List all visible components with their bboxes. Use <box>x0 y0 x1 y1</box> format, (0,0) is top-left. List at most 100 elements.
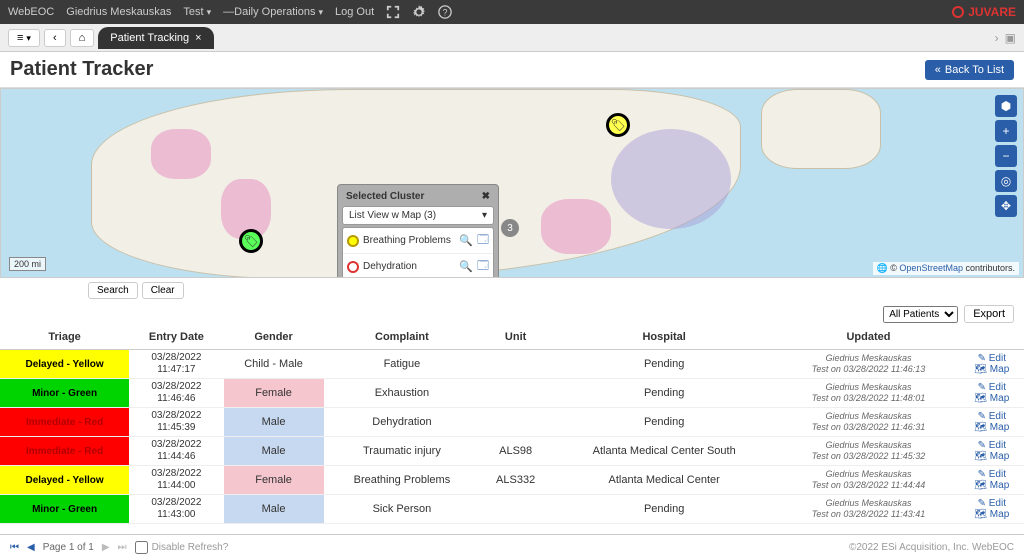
table-row: Delayed - Yellow 03/28/202211:44:00 Fema… <box>0 466 1024 495</box>
gear-icon[interactable] <box>412 5 426 19</box>
map-home-button[interactable]: ⬢ <box>995 95 1017 117</box>
brand-logo: JUVARE <box>952 5 1016 19</box>
back-arrow-icon: « <box>935 64 941 76</box>
map-link[interactable]: 🗺 Map <box>964 509 1020 520</box>
globe-icon: 🌐 <box>877 263 888 273</box>
entry-date-cell: 03/28/202211:44:46 <box>129 437 223 466</box>
user-name[interactable]: Giedrius Meskauskas <box>66 6 171 18</box>
complaint-cell: Dehydration <box>324 408 481 437</box>
export-button[interactable]: Export <box>964 305 1014 323</box>
map-controls: ⬢ + − ◎ ✥ <box>995 95 1017 217</box>
column-header[interactable]: Unit <box>480 325 551 350</box>
disable-refresh-checkbox[interactable] <box>135 541 148 554</box>
open-icon[interactable]: 🗔 <box>477 257 489 276</box>
edit-link[interactable]: ✎ Edit <box>964 498 1020 509</box>
triage-cell: Minor - Green <box>0 495 129 524</box>
popup-view-select[interactable]: List View w Map (3) ▾ <box>342 206 494 225</box>
entry-date-cell: 03/28/202211:45:39 <box>129 408 223 437</box>
back-to-list-button[interactable]: « Back To List <box>925 60 1014 80</box>
view-menu-button[interactable]: ≡ <box>8 29 40 47</box>
actions-cell: ✎ Edit 🗺 Map <box>960 466 1024 495</box>
entry-date-cell: 03/28/202211:44:00 <box>129 466 223 495</box>
map-panel[interactable]: 🏷 🏷 3 Selected Cluster ✖ List View w Map… <box>0 88 1024 278</box>
column-header[interactable]: Complaint <box>324 325 481 350</box>
map-locate-button[interactable]: ✥ <box>995 195 1017 217</box>
unit-cell: ALS332 <box>480 466 551 495</box>
gender-cell: Child - Male <box>224 350 324 379</box>
edit-link[interactable]: ✎ Edit <box>964 469 1020 480</box>
open-icon[interactable]: 🗔 <box>477 231 489 250</box>
popup-item[interactable]: Breathing Problems 🔍 🗔 <box>343 228 493 254</box>
tab-patient-tracking[interactable]: Patient Tracking × <box>98 27 213 49</box>
patient-table: TriageEntry DateGenderComplaintUnitHospi… <box>0 325 1024 524</box>
map-marker-green[interactable]: 🏷 <box>239 229 263 253</box>
column-header[interactable]: Entry Date <box>129 325 223 350</box>
menu-daily-ops[interactable]: —Daily Operations <box>223 6 323 18</box>
entry-date-cell: 03/28/202211:46:46 <box>129 379 223 408</box>
logout-link[interactable]: Log Out <box>335 6 374 18</box>
help-icon[interactable]: ? <box>438 5 452 19</box>
menu-test[interactable]: Test <box>183 6 211 18</box>
popup-item[interactable]: Dehydration 🔍 🗔 <box>343 254 493 278</box>
hospital-cell: Pending <box>551 408 777 437</box>
map-link[interactable]: 🗺 Map <box>964 364 1020 375</box>
map-link[interactable]: 🗺 Map <box>964 393 1020 404</box>
updated-cell: Giedrius MeskauskasTest on 03/28/2022 11… <box>777 350 959 379</box>
map-marker-yellow[interactable]: 🏷 <box>606 113 630 137</box>
actions-cell: ✎ Edit 🗺 Map <box>960 437 1024 466</box>
cluster-count[interactable]: 3 <box>501 219 519 237</box>
zoom-out-button[interactable]: − <box>995 145 1017 167</box>
column-header[interactable]: Updated <box>777 325 959 350</box>
filter-select[interactable]: All Patients <box>883 306 958 323</box>
zoom-icon[interactable]: 🔍 <box>459 260 473 273</box>
updated-cell: Giedrius MeskauskasTest on 03/28/2022 11… <box>777 408 959 437</box>
triage-cell: Immediate - Red <box>0 437 129 466</box>
pager-prev-icon[interactable]: ◀ <box>27 542 35 553</box>
fullscreen-icon[interactable] <box>386 5 400 19</box>
chevron-down-icon: ▾ <box>482 210 487 221</box>
tab-label: Patient Tracking <box>110 32 189 44</box>
complaint-cell: Exhaustion <box>324 379 481 408</box>
pager-last-icon[interactable]: ⏭ <box>118 542 127 553</box>
pager-next-icon[interactable]: ▶ <box>102 542 110 553</box>
unit-cell: ALS98 <box>480 437 551 466</box>
clear-button[interactable]: Clear <box>142 282 184 299</box>
column-header[interactable] <box>960 325 1024 350</box>
column-header[interactable]: Hospital <box>551 325 777 350</box>
updated-cell: Giedrius MeskauskasTest on 03/28/2022 11… <box>777 495 959 524</box>
actions-cell: ✎ Edit 🗺 Map <box>960 495 1024 524</box>
edit-link[interactable]: ✎ Edit <box>964 353 1020 364</box>
pager-first-icon[interactable]: ⏮ <box>10 542 19 553</box>
window-icon[interactable]: ▣ <box>1005 31 1016 45</box>
edit-link[interactable]: ✎ Edit <box>964 411 1020 422</box>
disable-refresh-label[interactable]: Disable Refresh? <box>135 541 229 554</box>
home-button[interactable]: ⌂ <box>70 29 95 47</box>
gender-cell: Male <box>224 495 324 524</box>
map-query-button[interactable]: ◎ <box>995 170 1017 192</box>
unit-cell <box>480 495 551 524</box>
map-link[interactable]: 🗺 Map <box>964 451 1020 462</box>
popup-item-label: Breathing Problems <box>363 235 451 246</box>
osm-link[interactable]: OpenStreetMap <box>899 263 963 273</box>
zoom-icon[interactable]: 🔍 <box>459 234 473 247</box>
nav-back-button[interactable]: ‹ <box>44 29 66 47</box>
close-tab-icon[interactable]: × <box>195 32 201 44</box>
copyright: ©2022 ESi Acquisition, Inc. WebEOC <box>849 542 1014 553</box>
zoom-in-button[interactable]: + <box>995 120 1017 142</box>
edit-link[interactable]: ✎ Edit <box>964 440 1020 451</box>
unit-cell <box>480 408 551 437</box>
edit-link[interactable]: ✎ Edit <box>964 382 1020 393</box>
gender-cell: Male <box>224 437 324 466</box>
triage-dot-icon <box>347 261 359 273</box>
map-link[interactable]: 🗺 Map <box>964 480 1020 491</box>
map-link[interactable]: 🗺 Map <box>964 422 1020 433</box>
triage-cell: Delayed - Yellow <box>0 350 129 379</box>
popup-close-icon[interactable]: ✖ <box>482 191 490 202</box>
nav-next-icon[interactable]: › <box>995 31 999 45</box>
column-header[interactable]: Gender <box>224 325 324 350</box>
search-button[interactable]: Search <box>88 282 138 299</box>
filter-row: All Patients Export <box>0 303 1024 325</box>
gender-cell: Female <box>224 379 324 408</box>
column-header[interactable]: Triage <box>0 325 129 350</box>
app-name[interactable]: WebEOC <box>8 6 54 18</box>
